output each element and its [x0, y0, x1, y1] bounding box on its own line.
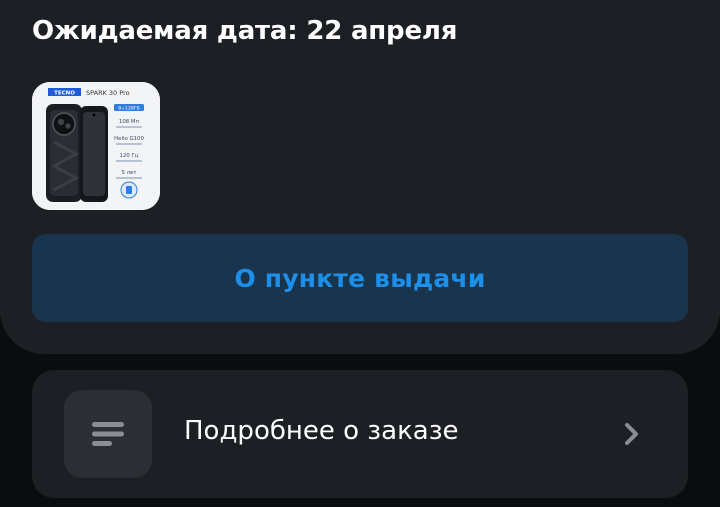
- product-spec-refresh: 120 Гц: [120, 153, 139, 159]
- order-details-row[interactable]: Подробнее о заказе: [32, 370, 688, 498]
- product-thumbnail[interactable]: TECNO SPARK 30 Pro 8+128ГБ 108 Мп Helio …: [32, 82, 160, 210]
- pickup-point-button[interactable]: О пункте выдачи: [32, 234, 688, 322]
- product-spec-chip: Helio G100: [114, 136, 144, 142]
- product-spec-badge: 8+128ГБ: [118, 106, 140, 112]
- chevron-right-icon: [625, 423, 638, 445]
- product-image: TECNO SPARK 30 Pro 8+128ГБ 108 Мп Helio …: [32, 82, 160, 210]
- product-spec-years: 5 лет: [121, 170, 136, 176]
- pickup-point-button-label: О пункте выдачи: [234, 263, 486, 293]
- order-details-label: Подробнее о заказе: [184, 416, 459, 446]
- product-brand: TECNO: [54, 91, 75, 97]
- list-icon: [64, 390, 152, 478]
- product-spec-camera: 108 Мп: [119, 119, 140, 125]
- product-model: SPARK 30 Pro: [86, 89, 130, 97]
- order-card: Ожидаемая дата: 22 апреля TECNO SPARK 30…: [0, 0, 720, 354]
- expected-date-title: Ожидаемая дата: 22 апреля: [32, 16, 458, 46]
